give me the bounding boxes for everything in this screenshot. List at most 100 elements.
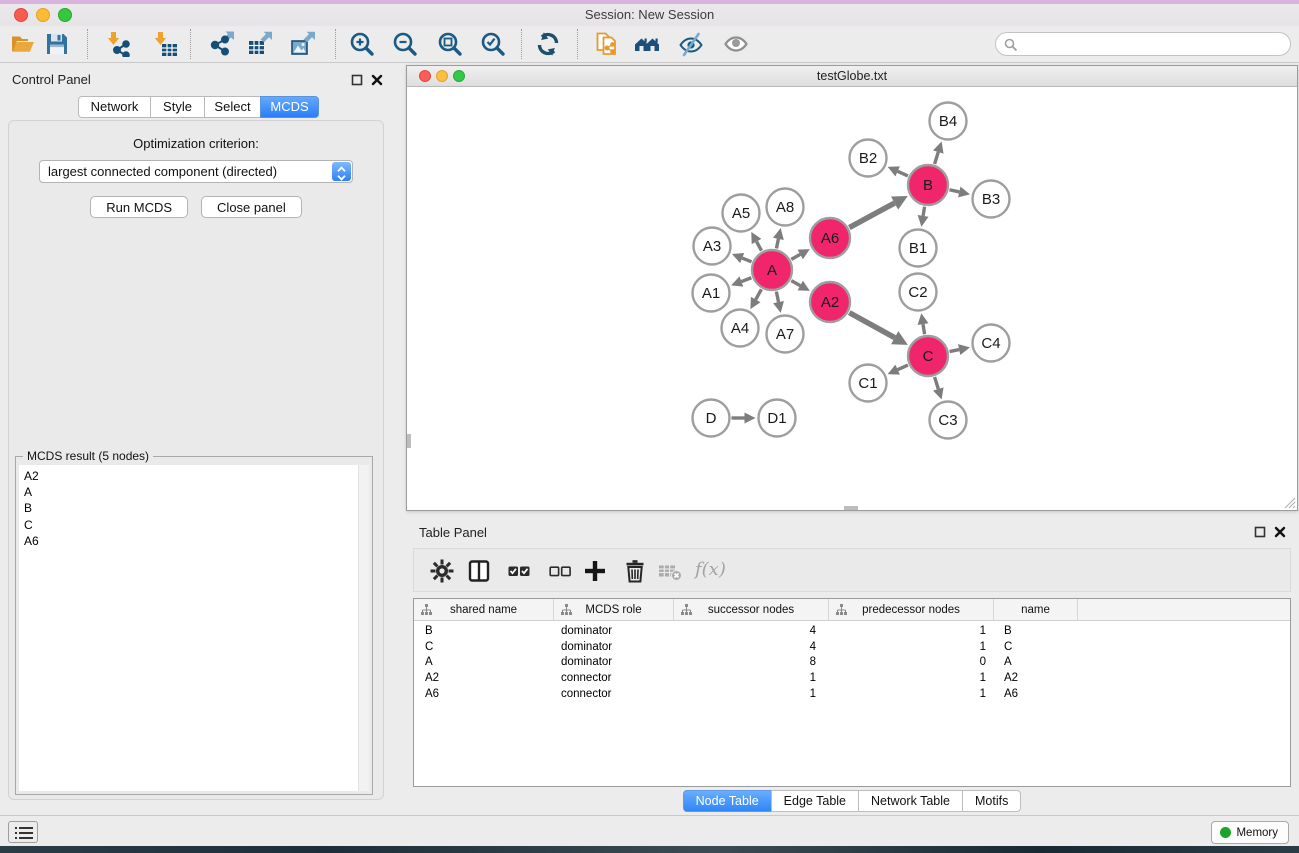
graph-edge-A-A8[interactable] — [776, 239, 778, 249]
add-column-icon[interactable] — [582, 558, 608, 584]
graph-edge-C-C4[interactable] — [950, 350, 960, 352]
mcds-result-list[interactable]: A2 A B C A6 — [19, 465, 369, 791]
cell-mcds-role[interactable]: connector — [554, 686, 674, 702]
graph-edge-A-A5[interactable] — [757, 242, 762, 251]
graph-edge-C-C3[interactable] — [935, 377, 939, 389]
memory-button[interactable]: Memory — [1211, 821, 1289, 844]
deselect-all-icon[interactable] — [547, 558, 573, 584]
cell-shared-name[interactable]: C — [414, 639, 554, 655]
graph-edge-B-B2[interactable] — [898, 171, 908, 176]
cell-name[interactable]: A6 — [994, 686, 1078, 702]
graph-node-C4[interactable]: C4 — [973, 325, 1010, 362]
float-panel-icon[interactable] — [350, 73, 364, 87]
graph-node-A3[interactable]: A3 — [694, 228, 731, 265]
cell-successor-nodes[interactable]: 1 — [674, 670, 829, 686]
cell-name[interactable]: A — [994, 655, 1078, 671]
graph-node-A2[interactable]: A2 — [810, 282, 850, 322]
cell-successor-nodes[interactable]: 4 — [674, 639, 829, 655]
graph-edge-A6-B[interactable] — [849, 203, 894, 227]
select-all-icon[interactable] — [506, 558, 532, 584]
graph-node-D1[interactable]: D1 — [759, 400, 796, 437]
import-table-icon[interactable] — [152, 31, 178, 57]
table-row[interactable]: A dominator 8 0 A — [414, 655, 1290, 671]
table-row[interactable]: A6 connector 1 1 A6 — [414, 686, 1290, 702]
graph-edge-C-C2[interactable] — [923, 324, 925, 334]
search-input[interactable] — [1022, 34, 1282, 54]
graph-node-A4[interactable]: A4 — [722, 310, 759, 347]
cell-shared-name[interactable]: B — [414, 623, 554, 639]
table-row[interactable]: C dominator 4 1 C — [414, 639, 1290, 655]
column-header-mcds-role[interactable]: MCDS role — [554, 599, 674, 620]
graph-edge-A-A2[interactable] — [791, 281, 800, 286]
graph-edge-A-A4[interactable] — [756, 289, 762, 299]
cell-mcds-role[interactable]: dominator — [554, 639, 674, 655]
tab-select[interactable]: Select — [204, 96, 261, 118]
column-header-shared-name[interactable]: shared name — [414, 599, 554, 620]
cell-mcds-role[interactable]: dominator — [554, 623, 674, 639]
cell-predecessor-nodes[interactable]: 1 — [829, 670, 994, 686]
graph-node-B2[interactable]: B2 — [850, 140, 887, 177]
graph-node-B[interactable]: B — [908, 165, 948, 205]
table-row[interactable]: A2 connector 1 1 A2 — [414, 670, 1290, 686]
result-item[interactable]: A — [19, 484, 369, 500]
save-session-icon[interactable] — [44, 31, 70, 57]
column-header-successor-nodes[interactable]: successor nodes — [674, 599, 829, 620]
cell-shared-name[interactable]: A — [414, 655, 554, 671]
tab-network-table[interactable]: Network Table — [858, 790, 963, 812]
task-history-button[interactable] — [8, 821, 38, 843]
refresh-layout-icon[interactable] — [535, 31, 561, 57]
zoom-in-icon[interactable] — [349, 31, 375, 57]
close-table-panel-icon[interactable] — [1273, 525, 1287, 539]
network-canvas[interactable]: B4B2BB3A5A8A6A3B1AA1C2A2A4A7CC4C1C3DD1 — [407, 87, 1297, 510]
cell-successor-nodes[interactable]: 4 — [674, 623, 829, 639]
graph-node-C[interactable]: C — [908, 336, 948, 376]
result-item[interactable]: C — [19, 517, 369, 533]
graph-edge-A-A6[interactable] — [791, 254, 800, 259]
cell-mcds-role[interactable]: connector — [554, 670, 674, 686]
graph-edge-C-C1[interactable] — [898, 365, 908, 370]
close-panel-button[interactable]: Close panel — [201, 196, 302, 218]
delete-columns-trash-icon[interactable] — [622, 558, 648, 584]
zoom-out-icon[interactable] — [392, 31, 418, 57]
graph-node-B4[interactable]: B4 — [930, 103, 967, 140]
cell-name[interactable]: A2 — [994, 670, 1078, 686]
export-table-icon[interactable] — [247, 31, 273, 57]
column-header-name[interactable]: name — [994, 599, 1078, 620]
graph-edge-B-B4[interactable] — [935, 152, 939, 164]
graph-edge-A-A3[interactable] — [742, 258, 751, 262]
graph-node-A6[interactable]: A6 — [810, 218, 850, 258]
cell-shared-name[interactable]: A2 — [414, 670, 554, 686]
table-mode-gear-icon[interactable] — [429, 558, 455, 584]
network-graph[interactable]: B4B2BB3A5A8A6A3B1AA1C2A2A4A7CC4C1C3DD1 — [407, 87, 1297, 510]
open-session-icon[interactable] — [10, 31, 36, 57]
tab-network[interactable]: Network — [78, 96, 151, 118]
graph-node-A7[interactable]: A7 — [767, 316, 804, 353]
cell-predecessor-nodes[interactable]: 1 — [829, 623, 994, 639]
show-all-icon[interactable] — [723, 31, 749, 57]
tab-edge-table[interactable]: Edge Table — [771, 790, 859, 812]
run-mcds-button[interactable]: Run MCDS — [90, 196, 188, 218]
cell-name[interactable]: B — [994, 623, 1078, 639]
graph-edge-A2-C[interactable] — [849, 313, 894, 338]
tab-node-table[interactable]: Node Table — [683, 790, 772, 812]
graph-node-C3[interactable]: C3 — [930, 402, 967, 439]
graph-edge-B-B1[interactable] — [923, 207, 924, 216]
close-control-panel-icon[interactable] — [370, 73, 384, 87]
table-row[interactable]: B dominator 4 1 B — [414, 623, 1290, 639]
export-image-icon[interactable] — [290, 31, 316, 57]
float-table-panel-icon[interactable] — [1253, 525, 1267, 539]
zoom-fit-icon[interactable] — [437, 31, 463, 57]
zoom-selected-icon[interactable] — [480, 31, 506, 57]
optimization-criterion-select[interactable]: largest connected component (directed) — [39, 160, 353, 183]
graph-node-A[interactable]: A — [752, 250, 792, 290]
graph-node-A5[interactable]: A5 — [723, 195, 760, 232]
graph-edge-A-A1[interactable] — [741, 278, 751, 282]
cell-predecessor-nodes[interactable]: 1 — [829, 686, 994, 702]
column-header-predecessor-nodes[interactable]: predecessor nodes — [829, 599, 994, 620]
combo-stepper-icon[interactable] — [332, 162, 351, 181]
cell-name[interactable]: C — [994, 639, 1078, 655]
import-network-icon[interactable] — [105, 31, 131, 57]
tab-motifs[interactable]: Motifs — [962, 790, 1021, 812]
result-scrollbar[interactable] — [358, 465, 369, 791]
network-window-titlebar[interactable]: testGlobe.txt — [407, 66, 1297, 87]
